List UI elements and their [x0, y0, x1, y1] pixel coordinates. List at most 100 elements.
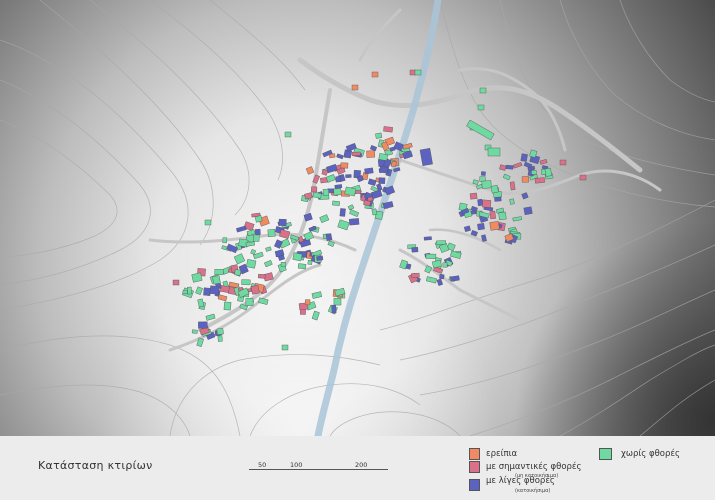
building-none [414, 69, 422, 76]
building-minor [480, 171, 486, 176]
building-none [378, 153, 388, 161]
building-major [509, 181, 516, 191]
building-minor [348, 218, 360, 226]
building-none [234, 269, 241, 276]
building-ruin [328, 153, 336, 159]
building-ruin [304, 299, 311, 306]
map-title: Κατάσταση κτιρίων [38, 459, 153, 472]
building-minor [198, 321, 208, 329]
building-none [531, 169, 537, 175]
building-none [267, 229, 276, 237]
building-major [534, 177, 545, 184]
building-none [333, 297, 342, 306]
legend-label-no-damage: χωρίς φθορές [621, 449, 680, 459]
building-none [284, 131, 292, 138]
building-none [292, 252, 303, 262]
legend-swatch-major-damage [469, 461, 480, 473]
building-ruin [366, 150, 376, 158]
building-none [186, 286, 193, 295]
legend-label-minor-damage: με λίγες φθορές [486, 476, 555, 486]
building-minor [325, 233, 333, 241]
building-none [281, 344, 289, 351]
legend-swatch-no-damage [599, 448, 612, 460]
building-none [509, 198, 515, 205]
building-none [442, 262, 448, 268]
building-minor [203, 287, 211, 296]
building-none [191, 272, 203, 283]
building-minor [477, 198, 484, 207]
building-major [411, 272, 420, 279]
building-minor [520, 153, 528, 162]
scale-bar [249, 469, 388, 470]
building-minor [278, 218, 287, 226]
map-frame: Κατάσταση κτιρίων 50 100 200 ερείπια με … [0, 0, 715, 500]
building-minor [334, 184, 343, 189]
building-major [579, 174, 587, 181]
legend-swatch-minor-damage [469, 479, 480, 491]
building-major [559, 159, 567, 166]
legend-label-ruins: ερείπια [486, 449, 518, 459]
building-none [253, 234, 260, 242]
building-minor [450, 275, 460, 282]
building-none [216, 328, 224, 335]
building-ruin [371, 71, 379, 78]
scale-label-50: 50 [258, 461, 267, 469]
building-none [204, 219, 212, 226]
building-none [544, 167, 552, 177]
building-none [297, 263, 307, 270]
building-major [367, 196, 374, 202]
building-none [222, 237, 228, 244]
building-minor [331, 304, 337, 314]
building-major [354, 189, 362, 195]
building-minor [335, 176, 341, 183]
building-none [223, 301, 232, 311]
building-none [280, 261, 287, 267]
building-none [212, 275, 221, 285]
building-minor [316, 255, 324, 261]
building-minor [339, 208, 346, 217]
building-minor [523, 206, 533, 216]
building-minor [505, 164, 514, 170]
building-none [332, 200, 340, 206]
building-minor [378, 177, 386, 184]
building-none [182, 290, 188, 294]
building-none [436, 240, 447, 245]
building-major [383, 126, 393, 133]
building-major [351, 151, 361, 157]
building-none [425, 253, 437, 259]
scale-label-100: 100 [290, 461, 303, 469]
building-major [250, 285, 260, 295]
building-major [311, 186, 318, 193]
building-major [481, 199, 492, 208]
building-minor [209, 285, 220, 295]
building-ruin [340, 162, 349, 169]
building-none [254, 215, 263, 223]
building-minor [345, 174, 352, 178]
building-minor [439, 273, 445, 280]
building-ruin [521, 176, 529, 183]
building-none [322, 188, 330, 196]
building-major [469, 192, 478, 200]
legend-swatch-ruins [469, 448, 480, 460]
building-none [375, 132, 383, 139]
building-ruin [351, 84, 359, 91]
building-none [477, 104, 485, 111]
legend-sublabel-minor-damage: (κατοικήσιμα) [515, 488, 551, 494]
building-none [498, 211, 507, 221]
scale-label-200: 200 [355, 461, 368, 469]
building-none [487, 147, 501, 157]
building-minor [364, 167, 374, 175]
building-none [333, 188, 342, 196]
building-none [481, 180, 492, 189]
building-none [490, 184, 499, 194]
building-none [191, 329, 198, 334]
building-major [489, 210, 496, 220]
building-none [241, 279, 251, 286]
building-none [371, 208, 378, 216]
building-major [172, 279, 180, 286]
building-ruin [489, 221, 500, 231]
building-major [257, 273, 266, 279]
terrain-hill-highlight [0, 0, 715, 436]
building-minor [411, 247, 419, 253]
legend-label-major-damage: με σημαντικές φθορές [486, 462, 582, 472]
